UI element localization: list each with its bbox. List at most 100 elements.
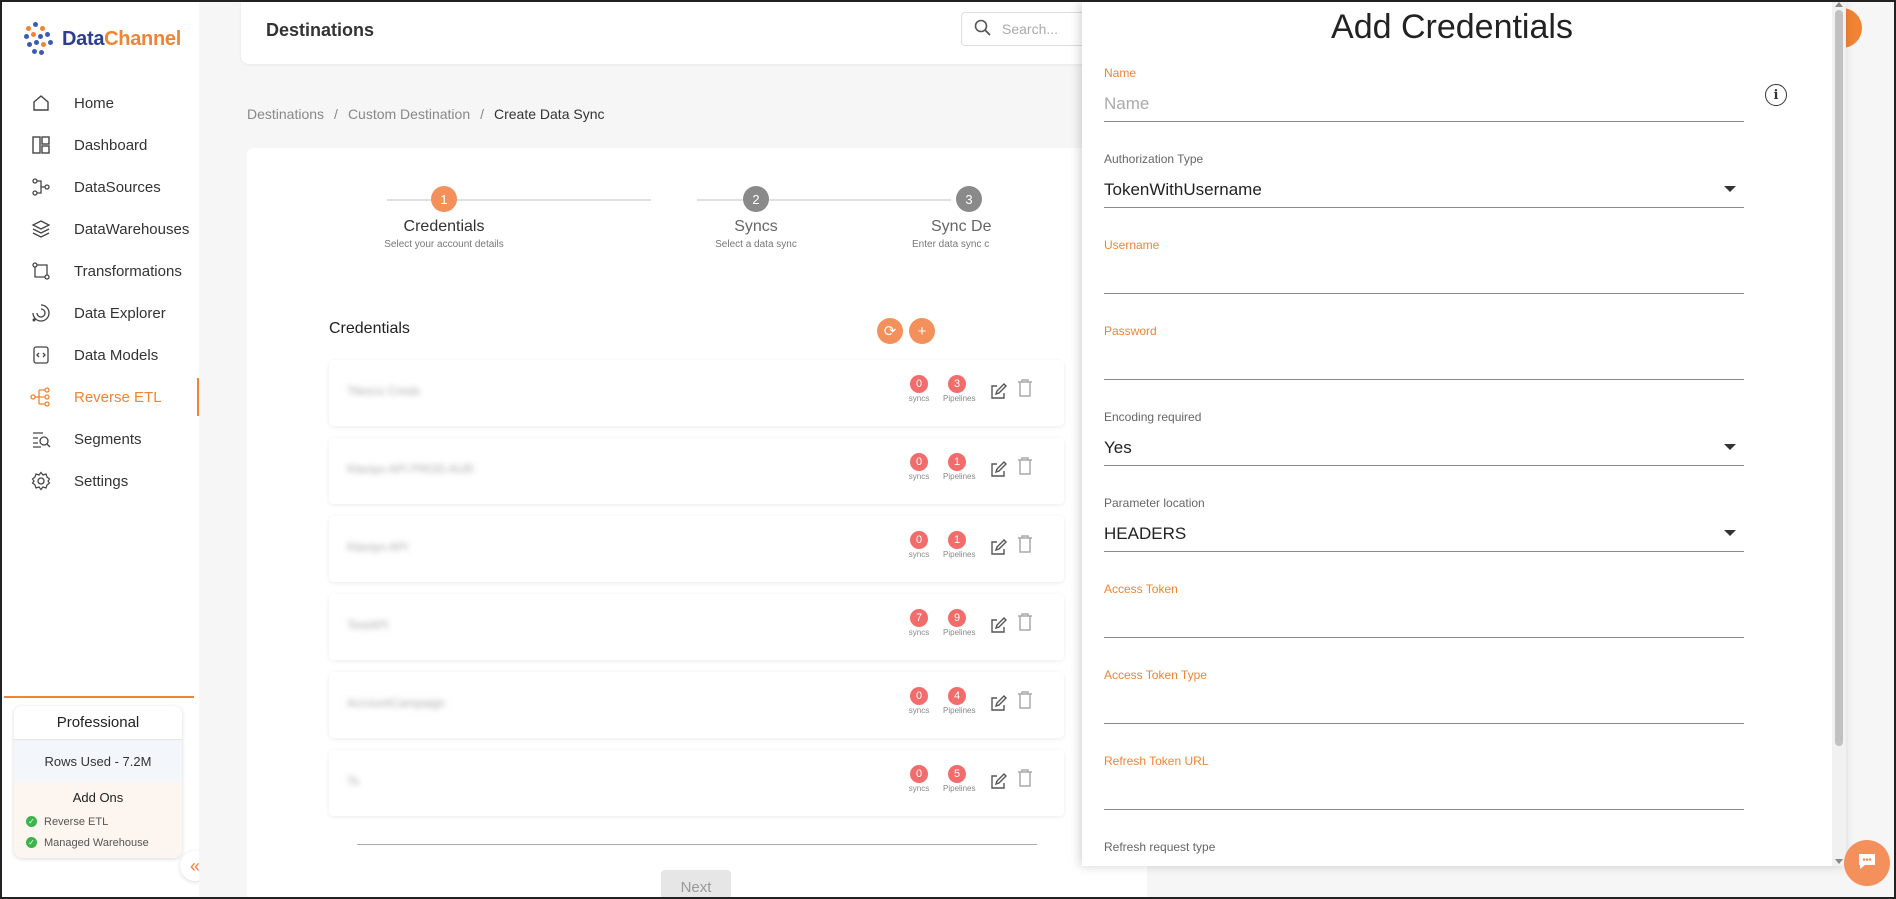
brand-logo[interactable]: DataChannel (22, 20, 181, 58)
edit-icon[interactable] (989, 617, 1007, 640)
info-icon[interactable]: i (1765, 84, 1787, 106)
name-input[interactable]: Name (1104, 86, 1744, 122)
syncs-count: 0 syncs (905, 764, 933, 793)
sidebar-item-home[interactable]: Home (2, 82, 199, 124)
password-input[interactable] (1104, 344, 1744, 380)
edit-icon[interactable] (989, 461, 1007, 484)
step-desc: Select your account details (384, 239, 504, 250)
sidebar-item-label: Data Models (74, 346, 159, 364)
step-number: 2 (743, 186, 769, 212)
scroll-down-arrow-icon[interactable] (1835, 859, 1843, 864)
search-icon (974, 19, 992, 40)
field-label: Access Token (1104, 582, 1178, 596)
drawer-title: Add Credentials (1331, 8, 1573, 46)
step-number: 3 (956, 186, 982, 212)
drawer-scrollbar[interactable] (1832, 2, 1846, 866)
chat-button[interactable] (1844, 840, 1890, 886)
access-token-type-input[interactable] (1104, 688, 1744, 724)
select-value: TokenWithUsername (1104, 179, 1262, 199)
edit-icon[interactable] (989, 383, 1007, 406)
authorization-type-select[interactable]: TokenWithUsername (1104, 172, 1744, 208)
trash-icon[interactable] (1017, 456, 1033, 481)
addons-title: Add Ons (72, 790, 124, 805)
step-sync-details[interactable]: 3 Sync De Enter data sync c (907, 186, 1027, 250)
credential-row[interactable]: Klaviyo API 0 syncs 1 Pipelines (329, 516, 1064, 582)
sidebar-item-settings[interactable]: Settings (2, 460, 199, 502)
code-file-icon (30, 344, 52, 366)
step-desc: Enter data sync c (912, 239, 990, 250)
username-input[interactable] (1104, 258, 1744, 294)
refresh-token-url-field: Refresh Token URL (1104, 754, 1744, 810)
addon-item: ✓ Managed Warehouse (14, 832, 182, 853)
breadcrumb-destinations[interactable]: Destinations (247, 106, 324, 122)
credential-name: TestAPI (347, 618, 389, 632)
edit-icon[interactable] (989, 773, 1007, 796)
sidebar-item-segments[interactable]: Segments (2, 418, 199, 460)
credential-name: Klaviyo API (347, 540, 408, 554)
trash-icon[interactable] (1017, 612, 1033, 637)
name-field: Name Name (1104, 66, 1744, 122)
add-credentials-drawer: Add Credentials i Name Name Authorizatio… (1082, 2, 1846, 866)
edit-icon[interactable] (989, 695, 1007, 718)
stepper: 1 Credentials Select your account detail… (247, 186, 1147, 266)
scroll-up-arrow-icon[interactable] (1835, 2, 1843, 7)
divider (357, 844, 1037, 845)
credential-row[interactable]: TestAPI 7 syncs 9 Pipelines (329, 594, 1064, 660)
credential-row[interactable]: Klaviyo API PROD AUR 0 syncs 1 Pipelines (329, 438, 1064, 504)
sidebar-item-label: DataWarehouses (74, 220, 190, 238)
reverse-etl-icon (30, 386, 52, 408)
credential-row[interactable]: Tilesco Creds 0 syncs 3 Pipelines (329, 360, 1064, 426)
trash-icon[interactable] (1017, 768, 1033, 793)
trash-icon[interactable] (1017, 378, 1033, 403)
step-name: Syncs (734, 218, 778, 235)
access-token-input[interactable] (1104, 602, 1744, 638)
parameter-location-select[interactable]: HEADERS (1104, 516, 1744, 552)
next-button[interactable]: Next (661, 870, 731, 899)
pipelines-count: 3 Pipelines (943, 374, 975, 403)
field-label: Access Token Type (1104, 668, 1207, 682)
sidebar-item-label: Transformations (74, 262, 182, 280)
sidebar-item-dashboard[interactable]: Dashboard (2, 124, 199, 166)
edit-icon[interactable] (989, 539, 1007, 562)
step-syncs[interactable]: 2 Syncs Select a data sync (656, 186, 856, 250)
credential-name: Tilesco Creds (347, 384, 420, 398)
segments-icon (30, 428, 52, 450)
addon-label: Managed Warehouse (44, 836, 149, 849)
sidebar-item-datawarehouses[interactable]: DataWarehouses (2, 208, 199, 250)
field-label: Refresh Token URL (1104, 754, 1209, 768)
trash-icon[interactable] (1017, 690, 1033, 715)
add-credential-button[interactable]: + (909, 318, 935, 344)
home-icon (30, 92, 52, 114)
sidebar-item-datasources[interactable]: DataSources (2, 166, 199, 208)
sidebar: DataChannel Home Dashboard DataSources D… (2, 2, 210, 897)
plan-card: Professional Rows Used - 7.2M Add Ons ✓ … (14, 706, 182, 858)
transform-icon (30, 260, 52, 282)
sidebar-item-label: DataSources (74, 178, 161, 196)
sidebar-item-data-explorer[interactable]: Data Explorer (2, 292, 199, 334)
username-field: Username (1104, 238, 1744, 294)
encoding-required-select[interactable]: Yes (1104, 430, 1744, 466)
select-value: Yes (1104, 437, 1132, 457)
credential-row[interactable]: Ts 0 syncs 5 Pipelines (329, 750, 1064, 816)
check-circle-icon: ✓ (26, 837, 37, 848)
dropdown-arrow-icon (1724, 530, 1736, 536)
scrollbar-thumb[interactable] (1835, 10, 1843, 746)
access-token-type-field: Access Token Type (1104, 668, 1744, 724)
breadcrumb-custom-destination[interactable]: Custom Destination (348, 106, 470, 122)
sidebar-item-transformations[interactable]: Transformations (2, 250, 199, 292)
sidebar-item-reverse-etl[interactable]: Reverse ETL (2, 376, 199, 418)
step-name: Credentials (403, 218, 485, 235)
step-credentials[interactable]: 1 Credentials Select your account detail… (344, 186, 544, 250)
refresh-button[interactable]: ⟳ (877, 318, 903, 344)
sidebar-item-label: Home (74, 94, 115, 112)
credential-row[interactable]: AccountCampaign 0 syncs 4 Pipelines (329, 672, 1064, 738)
field-label: Authorization Type (1104, 152, 1204, 166)
trash-icon[interactable] (1017, 534, 1033, 559)
plan-title: Professional (14, 706, 182, 740)
check-circle-icon: ✓ (26, 816, 37, 827)
explorer-icon (30, 302, 52, 324)
datasources-icon (30, 176, 52, 198)
refresh-token-url-input[interactable] (1104, 774, 1744, 810)
pipelines-count: 1 Pipelines (943, 530, 975, 559)
sidebar-item-data-models[interactable]: Data Models (2, 334, 199, 376)
